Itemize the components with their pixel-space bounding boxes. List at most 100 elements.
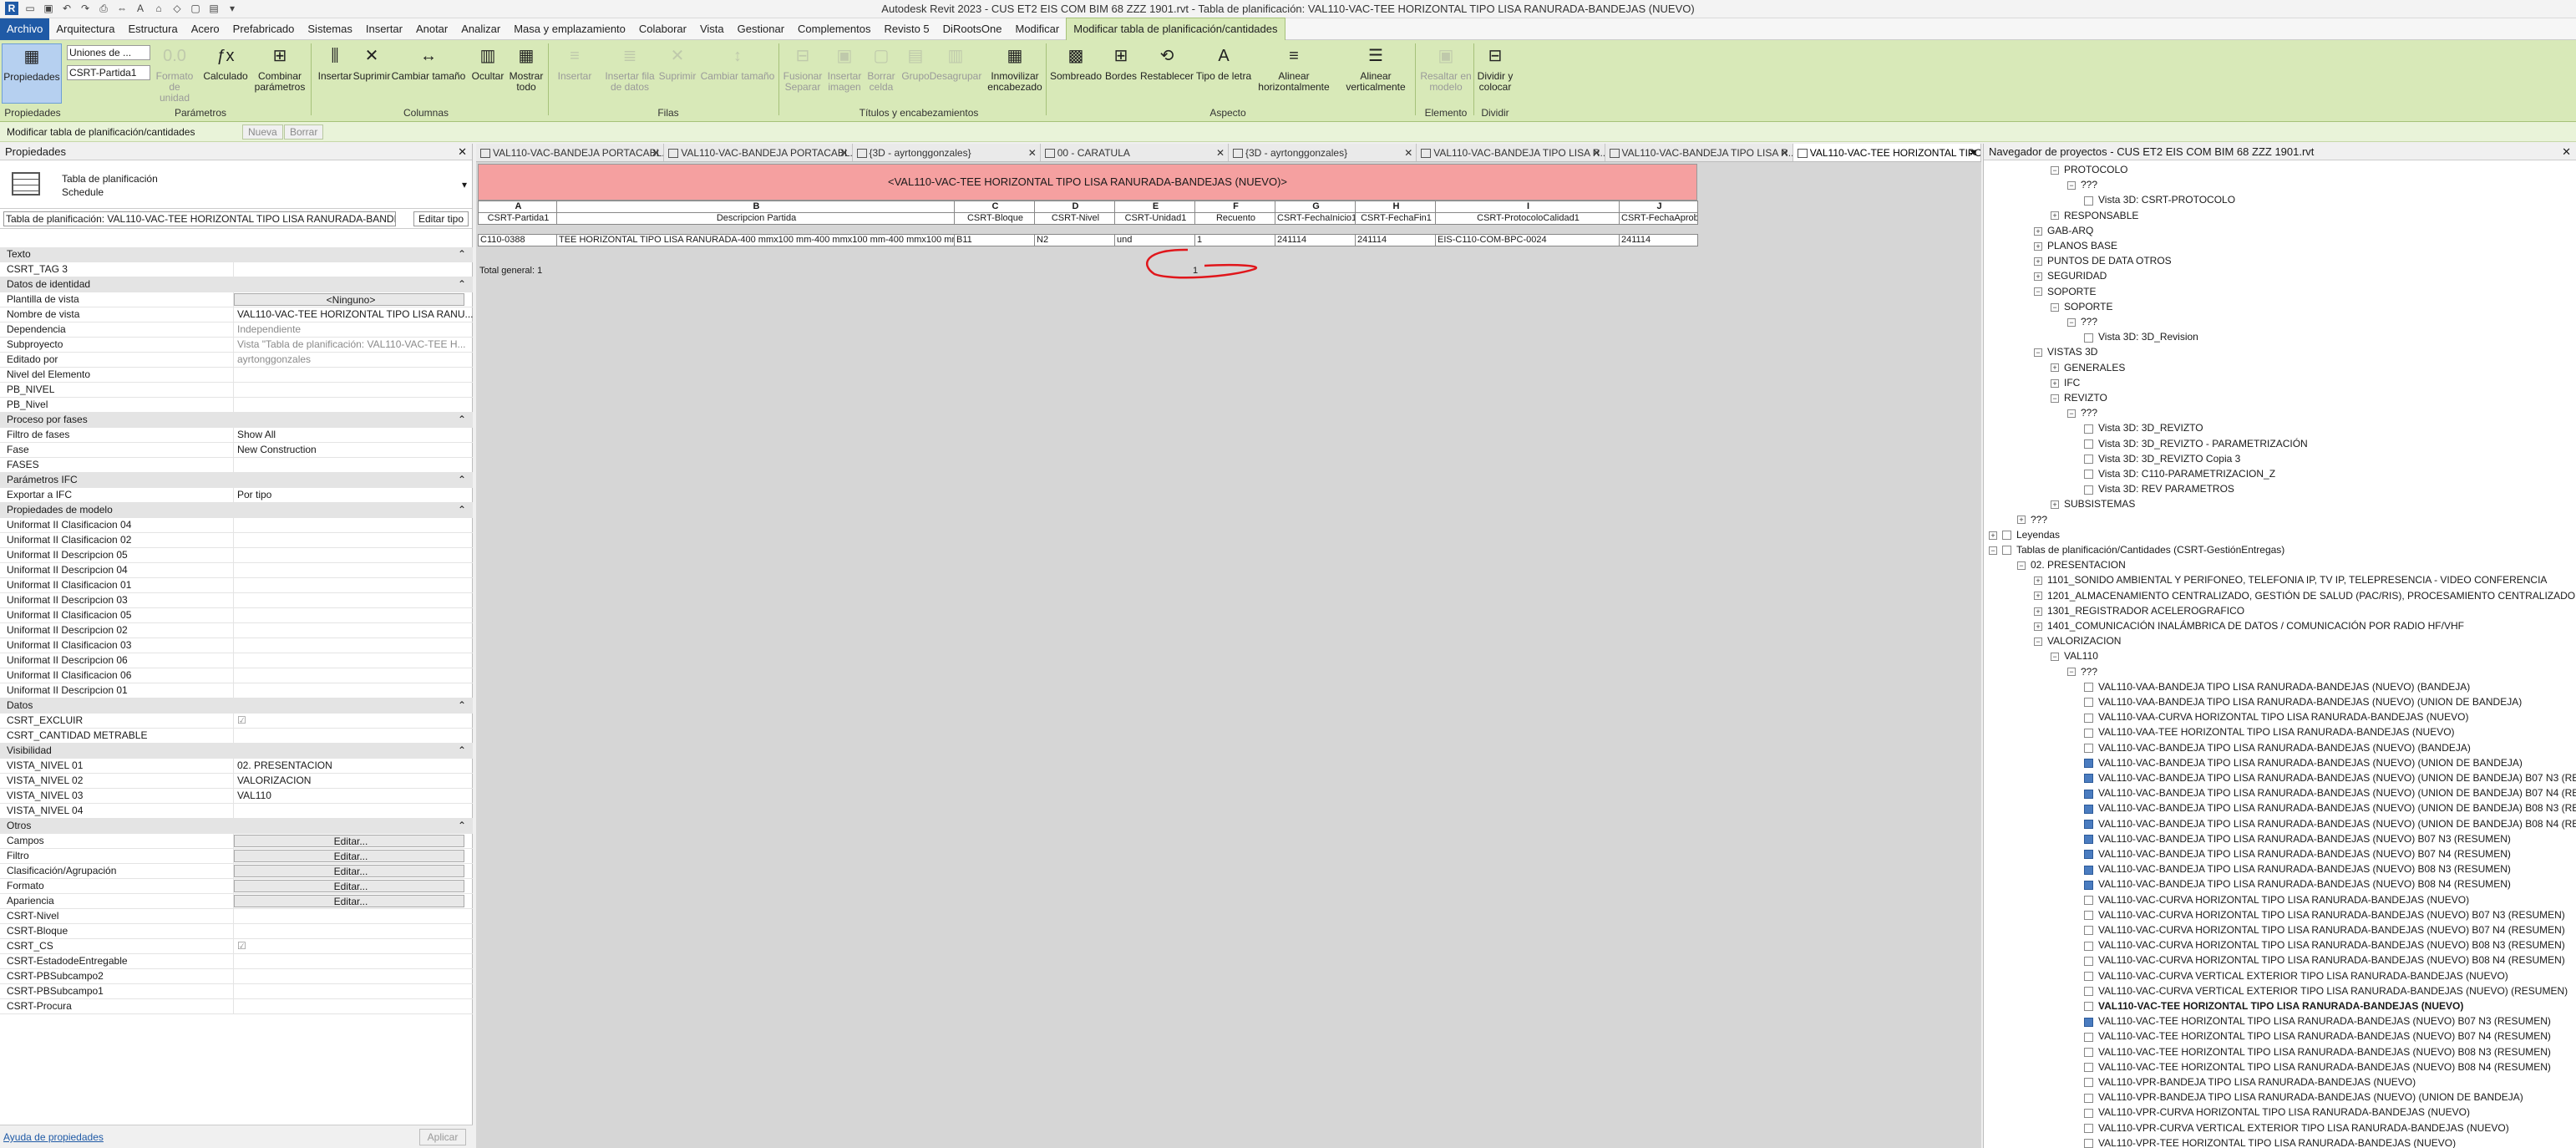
column-header-cell[interactable]: CSRT-FechaInicio1 [1275,212,1356,225]
property-value[interactable] [234,262,473,277]
browser-item[interactable]: VAL110-VAC-BANDEJA TIPO LISA RANURADA-BA… [2084,831,2511,846]
browser-item[interactable]: VAL110-VAC-CURVA HORIZONTAL TIPO LISA RA… [2084,937,2565,952]
browser-item[interactable]: VAL110-VAC-TEE HORIZONTAL TIPO LISA RANU… [2084,1059,2551,1074]
browser-item[interactable]: −02. PRESENTACION [2017,557,2126,572]
browser-item[interactable]: VAL110-VAC-BANDEJA TIPO LISA RANURADA-BA… [2084,770,2576,785]
document-tab[interactable]: VAL110-VAC-BANDEJA PORTACABL... ✕ [476,144,665,161]
close-icon[interactable]: ✕ [2562,144,2571,160]
property-value[interactable] [234,563,473,577]
table-row-cell[interactable]: 241114 [1619,234,1698,246]
clear-cell-button[interactable]: ▢ Borrar celda [862,43,900,93]
chevron-down-icon[interactable]: ▾ [462,179,467,190]
browser-item[interactable]: VAL110-VAC-BANDEJA TIPO LISA RANURADA-BA… [2084,876,2511,891]
collapse-icon[interactable]: ⌃ [458,473,473,487]
delete-column-button[interactable]: ✕ Suprimir [351,43,393,82]
browser-item[interactable]: VAL110-VAA-BANDEJA TIPO LISA RANURADA-BA… [2084,694,2522,709]
edit-button[interactable]: Editar... [234,880,464,892]
browser-item[interactable]: VAL110-VPR-TEE HORIZONTAL TIPO LISA RANU… [2084,1135,2456,1148]
edit-button[interactable]: Editar... [234,895,464,907]
ribbon-tab[interactable]: Modificar [1008,18,1066,40]
browser-item[interactable]: +??? [2017,512,2047,527]
property-value[interactable] [234,804,473,818]
browser-item[interactable]: VAL110-VPR-CURVA HORIZONTAL TIPO LISA RA… [2084,1105,2470,1120]
browser-item[interactable]: −??? [2067,177,2097,192]
edit-button[interactable]: <Ninguno> [234,293,464,306]
browser-item[interactable]: + PUNTOS DE DATA OTROS [2034,253,2172,268]
browser-item[interactable]: Vista 3D: 3D_REVIZTO Copia 3 [2084,451,2240,466]
property-value[interactable] [234,638,473,653]
browser-item[interactable]: +1401_COMUNICACIÓN INALÁMBRICA DE DATOS … [2034,618,2464,633]
browser-item[interactable]: +1101_SONIDO AMBIENTAL Y PERIFONEO, TELE… [2034,572,2547,587]
column-header-cell[interactable]: Recuento [1194,212,1275,225]
expand-icon[interactable]: − [2067,317,2076,327]
browser-item[interactable]: −??? [2067,314,2097,329]
property-section[interactable]: Otros ⌃ [0,819,473,834]
property-value[interactable] [234,683,473,698]
browser-item[interactable]: Vista 3D: 3D_REVIZTO - PARAMETRIZACIÓN [2084,436,2308,451]
apply-button[interactable]: Aplicar [419,1129,466,1145]
browser-item[interactable]: − SOPORTE [2051,299,2112,314]
browser-item[interactable]: VAL110-VAC-BANDEJA TIPO LISA RANURADA-BA… [2084,816,2576,831]
expand-icon[interactable]: − [2051,302,2059,312]
ribbon-tab[interactable]: Insertar [359,18,409,40]
font-button[interactable]: A Tipo de letra [1194,43,1253,82]
expand-icon[interactable]: + [2051,500,2059,510]
browser-item[interactable]: VAL110-VPR-CURVA VERTICAL EXTERIOR TIPO … [2084,1120,2509,1135]
ribbon-tab[interactable]: Anotar [409,18,454,40]
delete-row-button[interactable]: ✕ Suprimir [655,43,700,82]
ribbon-tab[interactable]: DiRootsOne [936,18,1009,40]
close-icon[interactable]: ✕ [1216,144,1225,161]
resize-row-button[interactable]: ↕ Cambiar tamaño [700,43,775,82]
edit-button[interactable]: Editar... [234,865,464,877]
browser-item[interactable]: VAL110-VAC-BANDEJA TIPO LISA RANURADA-BA… [2084,785,2576,800]
highlight-in-model-button[interactable]: ▣ Resaltar en modelo [1420,43,1472,93]
property-value[interactable] [234,578,473,592]
collapse-icon[interactable]: ⌃ [458,247,473,262]
ribbon-tab[interactable]: Vista [693,18,731,40]
schedule-title[interactable]: <VAL110-VAC-TEE HORIZONTAL TIPO LISA RAN… [478,164,1697,201]
ribbon-tab[interactable]: Complementos [791,18,877,40]
browser-item[interactable]: Vista 3D: C110-PARAMETRIZACION_Z [2084,466,2275,481]
table-row-cell[interactable]: 241114 [1275,234,1356,246]
column-letter-cell[interactable]: B [556,201,955,213]
browser-item[interactable]: VAL110-VAC-CURVA HORIZONTAL TIPO LISA RA… [2084,922,2565,937]
tab-menu-icon[interactable]: ▾ [1971,146,1976,158]
property-value[interactable] [234,548,473,562]
browser-item[interactable]: VAL110-VPR-BANDEJA TIPO LISA RANURADA-BA… [2084,1074,2416,1090]
browser-item[interactable]: VAL110-VAC-TEE HORIZONTAL TIPO LISA RANU… [2084,1013,2551,1029]
close-icon[interactable]: ✕ [1028,144,1037,161]
column-letter-cell[interactable]: E [1114,201,1195,213]
expand-icon[interactable]: + [2034,622,2042,631]
split-place-button[interactable]: ⊟ Dividir y colocar [1475,43,1515,93]
ribbon-tab[interactable]: Acero [185,18,226,40]
column-letter-cell[interactable]: A [478,201,557,213]
ribbon-tab[interactable]: Prefabricado [226,18,302,40]
property-value[interactable]: Vista "Tabla de planificación: VAL110-VA… [234,338,473,352]
collapse-icon[interactable]: ⌃ [458,277,473,292]
table-row-cell[interactable]: TEE HORIZONTAL TIPO LISA RANURADA-400 mm… [556,234,955,246]
expand-icon[interactable]: + [2034,592,2042,601]
property-value[interactable] [234,909,473,923]
ribbon-tab[interactable]: Gestionar [731,18,791,40]
browser-item[interactable]: + SUBSISTEMAS [2051,496,2135,511]
browser-item[interactable]: VAL110-VAC-CURVA HORIZONTAL TIPO LISA RA… [2084,952,2565,968]
property-section[interactable]: Texto ⌃ [0,247,473,262]
column-letter-cell[interactable]: I [1435,201,1620,213]
collapse-icon[interactable]: ⌃ [458,698,473,713]
column-header-cell[interactable]: Descripcion Partida [556,212,955,225]
new-button[interactable]: Nueva [242,124,283,140]
browser-item[interactable]: VAL110-VAC-TEE HORIZONTAL TIPO LISA RANU… [2084,998,2463,1013]
browser-item[interactable]: VAL110-VAA-TEE HORIZONTAL TIPO LISA RANU… [2084,724,2455,739]
column-letter-cell[interactable]: H [1355,201,1436,213]
edit-button[interactable]: Editar... [234,850,464,862]
property-section[interactable]: Datos ⌃ [0,698,473,714]
property-value[interactable] [234,999,473,1013]
properties-button[interactable]: ▦ Propiedades [2,43,62,104]
close-icon[interactable]: ✕ [652,144,660,161]
browser-item[interactable]: Vista 3D: 3D_REVIZTO [2084,420,2203,435]
expand-icon[interactable]: + [2051,363,2059,373]
expand-icon[interactable]: + [2034,226,2042,236]
browser-item[interactable]: −??? [2067,664,2097,679]
freeze-header-button[interactable]: ▦ Inmovilizar encabezado [986,43,1044,93]
collapse-icon[interactable]: ⌃ [458,413,473,427]
